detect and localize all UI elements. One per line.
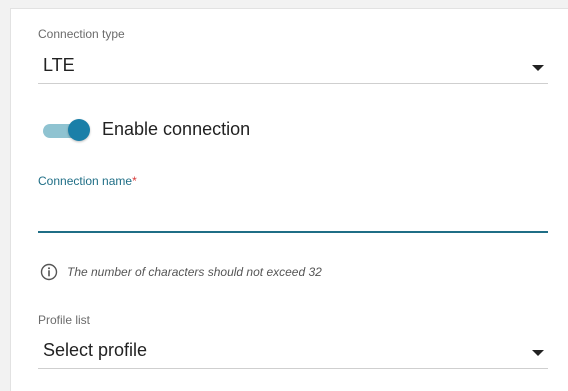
profile-list-value: Select profile [43,340,148,360]
connection-name-input[interactable] [38,201,548,233]
connection-name-label-text: Connection name [38,174,133,188]
connection-type-label: Connection type [38,27,125,41]
profile-list-select[interactable]: Select profile [38,336,548,369]
required-marker: * [132,174,137,188]
info-icon [40,263,58,281]
connection-type-select[interactable]: LTE [38,51,548,84]
connection-type-value: LTE [43,55,75,75]
toggle-knob [68,119,90,141]
connection-name-label: Connection name* [38,174,137,188]
connection-settings-card: Connection type LTE Enable connection Co… [10,8,568,391]
enable-connection-label: Enable connection [102,119,251,139]
chevron-down-icon [532,65,544,71]
chevron-down-icon [532,350,544,356]
profile-list-label: Profile list [38,313,91,327]
hint-text: The number of characters should not exce… [67,265,322,279]
enable-connection-toggle[interactable] [43,119,90,141]
